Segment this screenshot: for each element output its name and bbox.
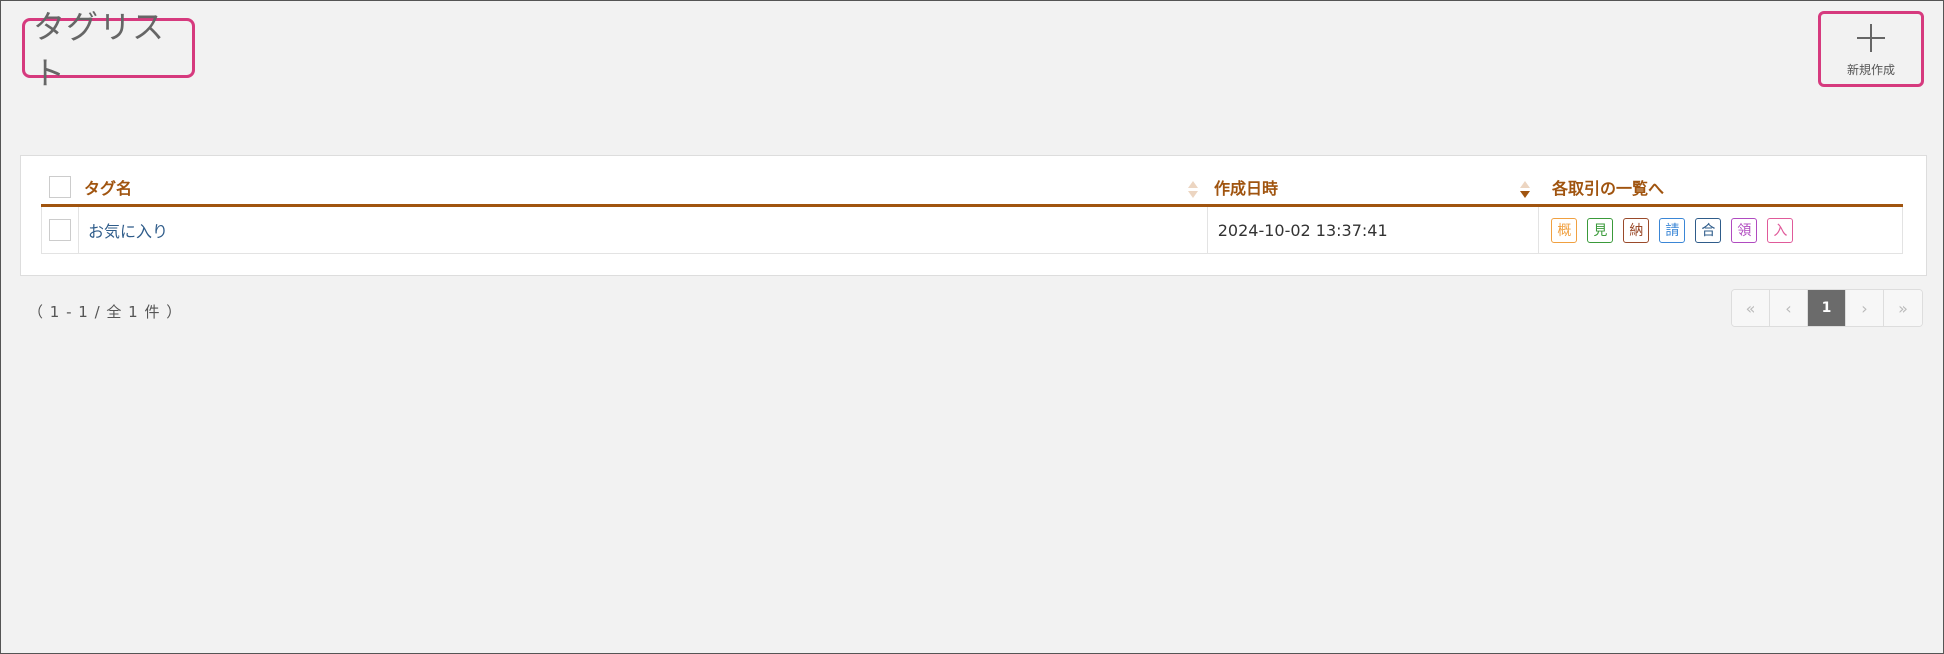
column-tag-name-label: タグ名 — [84, 178, 133, 198]
page-button-current[interactable]: 1 — [1808, 290, 1846, 326]
sort-desc-icon — [1520, 181, 1530, 199]
transaction-links-cell: 概 見 納 請 合 領 入 — [1539, 207, 1902, 253]
page-title-box: タグリスト — [22, 8, 195, 92]
column-tag-name[interactable]: タグ名 — [78, 169, 1208, 204]
column-created-at-label: 作成日時 — [1214, 178, 1279, 198]
column-transaction-links: 各取引の一覧へ — [1540, 169, 1903, 204]
next-page-button[interactable]: › — [1846, 290, 1884, 326]
first-page-button[interactable]: « — [1732, 290, 1770, 326]
created-at-cell: 2024-10-02 13:37:41 — [1208, 207, 1540, 253]
new-create-button[interactable]: 新規作成 — [1818, 11, 1924, 87]
payment-link[interactable]: 入 — [1767, 217, 1794, 243]
result-count: （ 1 - 1 / 全 1 件 ） — [28, 303, 183, 321]
tag-table: タグ名 作成日時 各取引の一覧へ お気に入り 2024-10-02 13:37:… — [41, 169, 1903, 254]
table-header: タグ名 作成日時 各取引の一覧へ — [41, 169, 1903, 207]
column-created-at[interactable]: 作成日時 — [1208, 169, 1540, 204]
tag-list-panel: タグ名 作成日時 各取引の一覧へ お気に入り 2024-10-02 13:37:… — [20, 155, 1927, 276]
plus-icon — [1857, 24, 1885, 52]
estimate-link[interactable]: 見 — [1587, 217, 1614, 243]
page-title: タグリスト — [33, 8, 166, 92]
header-checkbox-cell — [41, 169, 78, 204]
row-checkbox[interactable] — [48, 219, 71, 241]
table-body: お気に入り 2024-10-02 13:37:41 概 見 納 請 合 領 入 — [41, 207, 1903, 254]
receipt-link[interactable]: 領 — [1731, 217, 1758, 243]
select-all-checkbox[interactable] — [48, 175, 71, 198]
combined-link[interactable]: 合 — [1695, 217, 1722, 243]
invoice-link[interactable]: 請 — [1659, 217, 1686, 243]
new-create-label: 新規作成 — [1846, 63, 1895, 77]
sort-icon — [1188, 181, 1198, 199]
pagination: « ‹ 1 › » — [1731, 289, 1923, 327]
prev-page-button[interactable]: ‹ — [1770, 290, 1808, 326]
last-page-button[interactable]: » — [1884, 290, 1922, 326]
row-checkbox-cell — [42, 207, 79, 253]
delivery-link[interactable]: 納 — [1623, 217, 1650, 243]
tag-name-link[interactable]: お気に入り — [79, 207, 1208, 253]
table-row: お気に入り 2024-10-02 13:37:41 概 見 納 請 合 領 入 — [41, 207, 1903, 254]
overview-link[interactable]: 概 — [1551, 217, 1578, 243]
column-transaction-links-label: 各取引の一覧へ — [1552, 178, 1665, 198]
